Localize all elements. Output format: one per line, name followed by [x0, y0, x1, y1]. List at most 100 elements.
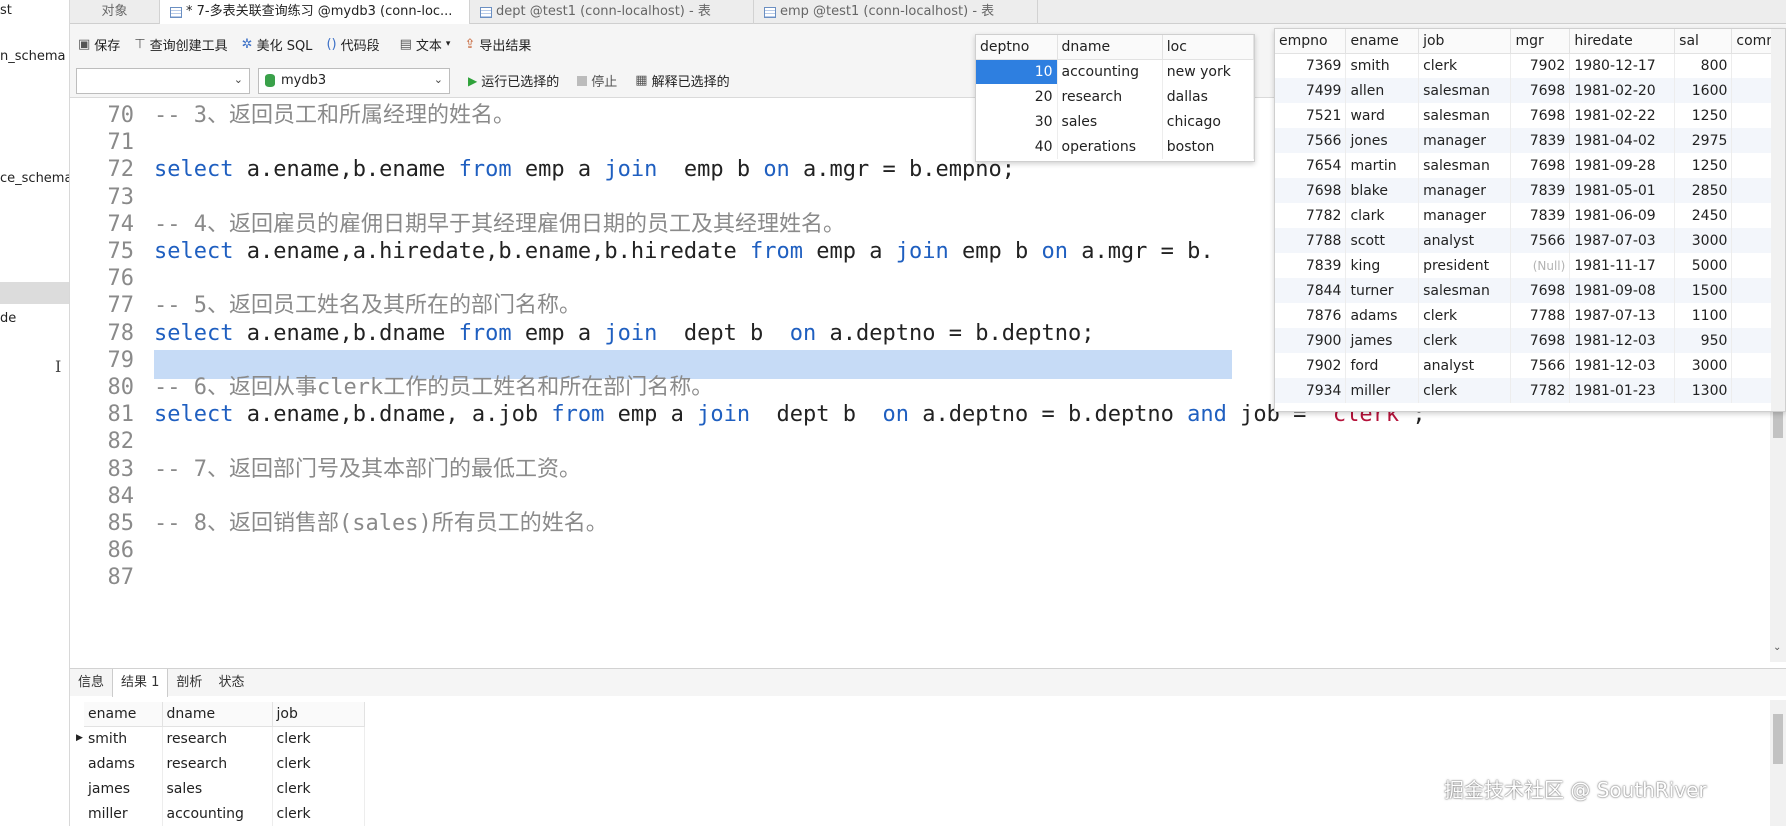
- table-cell[interactable]: 1981-05-01: [1569, 178, 1676, 203]
- table-cell[interactable]: 1600: [1674, 78, 1733, 103]
- tab-info[interactable]: 信息: [70, 669, 112, 697]
- table-cell[interactable]: 1981-02-22: [1569, 103, 1676, 128]
- table-cell[interactable]: 1250: [1674, 103, 1733, 128]
- column-header[interactable]: empno: [1275, 29, 1347, 54]
- table-cell[interactable]: 1987-07-03: [1569, 228, 1676, 253]
- table-row[interactable]: 10 accounting new york: [976, 59, 1255, 84]
- table-cell[interactable]: salesman: [1418, 278, 1512, 303]
- table-cell[interactable]: 7698: [1510, 328, 1571, 353]
- table-cell[interactable]: 7566: [1275, 128, 1347, 153]
- column-header[interactable]: loc: [1162, 35, 1255, 60]
- table-row[interactable]: 7900 james clerk 7698 1981-12-03 950: [1275, 328, 1785, 353]
- table-cell[interactable]: scott: [1345, 228, 1420, 253]
- scroll-down-icon[interactable]: ⌄: [1773, 642, 1781, 653]
- table-cell[interactable]: accounting: [162, 801, 273, 826]
- table-cell[interactable]: 1981-02-20: [1569, 78, 1676, 103]
- column-header[interactable]: sal: [1674, 29, 1733, 54]
- table-cell[interactable]: miller: [1345, 378, 1420, 403]
- table-cell[interactable]: clerk: [1418, 303, 1512, 328]
- table-cell[interactable]: adams: [1345, 303, 1420, 328]
- table-cell[interactable]: 7698: [1510, 78, 1571, 103]
- table-cell[interactable]: 1100: [1674, 303, 1733, 328]
- table-cell[interactable]: 7499: [1275, 78, 1347, 103]
- tab-emp-table[interactable]: emp @test1 (conn-localhost) - 表: [754, 0, 1038, 24]
- code-snippet-button[interactable]: () 代码段: [326, 35, 379, 54]
- table-cell[interactable]: 7839: [1275, 253, 1347, 278]
- tab-status[interactable]: 状态: [210, 669, 252, 697]
- table-cell[interactable]: 7521: [1275, 103, 1347, 128]
- table-cell[interactable]: 7839: [1510, 128, 1571, 153]
- tree-item[interactable]: de: [0, 308, 69, 330]
- table-cell[interactable]: salesman: [1418, 78, 1512, 103]
- table-cell[interactable]: 1981-12-03: [1569, 353, 1676, 378]
- table-cell[interactable]: 1981-09-28: [1569, 153, 1676, 178]
- emp-scrollbar[interactable]: [1771, 29, 1785, 411]
- tree-selected-row[interactable]: [0, 282, 69, 304]
- column-header[interactable]: job: [272, 702, 365, 727]
- table-cell[interactable]: salesman: [1418, 153, 1512, 178]
- table-cell[interactable]: boston: [1162, 134, 1255, 159]
- tab-dept-table[interactable]: dept @test1 (conn-localhost) - 表: [470, 0, 754, 24]
- table-cell[interactable]: turner: [1345, 278, 1420, 303]
- table-cell[interactable]: 1987-07-13: [1569, 303, 1676, 328]
- table-row[interactable]: 30 sales chicago: [976, 109, 1255, 134]
- table-cell[interactable]: 7782: [1275, 203, 1347, 228]
- column-header[interactable]: mgr: [1510, 29, 1571, 54]
- table-cell[interactable]: 1980-12-17: [1569, 53, 1676, 78]
- table-cell[interactable]: 10: [976, 59, 1058, 84]
- table-cell[interactable]: 7698: [1510, 278, 1571, 303]
- table-cell[interactable]: 1981-06-09: [1569, 203, 1676, 228]
- table-cell[interactable]: 7782: [1510, 378, 1571, 403]
- column-header[interactable]: ename: [1345, 29, 1420, 54]
- table-cell[interactable]: 30: [976, 109, 1058, 134]
- table-cell[interactable]: 7844: [1275, 278, 1347, 303]
- table-cell[interactable]: 1981-11-17: [1569, 253, 1676, 278]
- table-cell[interactable]: clerk: [272, 801, 365, 826]
- table-cell[interactable]: manager: [1418, 178, 1512, 203]
- table-cell[interactable]: james: [1345, 328, 1420, 353]
- table-row[interactable]: 40 operations boston: [976, 134, 1255, 159]
- tab-profile[interactable]: 剖析: [168, 669, 210, 697]
- table-cell[interactable]: 7654: [1275, 153, 1347, 178]
- table-cell[interactable]: 2450: [1674, 203, 1733, 228]
- table-row[interactable]: 7654 martin salesman 7698 1981-09-28 1250: [1275, 153, 1785, 178]
- stop-button[interactable]: 停止: [577, 71, 617, 90]
- table-row[interactable]: 7521 ward salesman 7698 1981-02-22 1250: [1275, 103, 1785, 128]
- tree-item[interactable]: st: [0, 0, 69, 22]
- table-cell[interactable]: president: [1418, 253, 1512, 278]
- table-row[interactable]: 7499 allen salesman 7698 1981-02-20 1600: [1275, 78, 1785, 103]
- table-cell[interactable]: allen: [1345, 78, 1420, 103]
- tab-objects[interactable]: 对象: [70, 0, 160, 24]
- table-cell[interactable]: adams: [84, 751, 163, 776]
- save-button[interactable]: ▣ 保存: [78, 35, 120, 54]
- table-cell[interactable]: 1981-09-08: [1569, 278, 1676, 303]
- column-header[interactable]: deptno: [976, 35, 1058, 60]
- table-cell[interactable]: clark: [1345, 203, 1420, 228]
- table-cell[interactable]: new york: [1162, 59, 1255, 84]
- table-cell[interactable]: 1250: [1674, 153, 1733, 178]
- table-cell[interactable]: clerk: [1418, 378, 1512, 403]
- result-scroll-thumb[interactable]: [1773, 714, 1783, 764]
- column-header[interactable]: job: [1418, 29, 1512, 54]
- table-cell[interactable]: smith: [84, 726, 163, 751]
- table-cell[interactable]: 2850: [1674, 178, 1733, 203]
- table-cell[interactable]: 7788: [1510, 303, 1571, 328]
- table-cell[interactable]: salesman: [1418, 103, 1512, 128]
- tree-item[interactable]: n_schema: [0, 46, 69, 68]
- table-cell[interactable]: 1300: [1674, 378, 1733, 403]
- table-cell[interactable]: clerk: [1418, 328, 1512, 353]
- result-scrollbar[interactable]: [1770, 700, 1786, 826]
- database-select[interactable]: mydb3 ⌄: [258, 67, 450, 94]
- table-cell[interactable]: clerk: [272, 751, 365, 776]
- table-cell[interactable]: 7839: [1510, 203, 1571, 228]
- table-cell[interactable]: 1500: [1674, 278, 1733, 303]
- table-cell[interactable]: ford: [1345, 353, 1420, 378]
- table-cell[interactable]: ward: [1345, 103, 1420, 128]
- table-cell[interactable]: manager: [1418, 203, 1512, 228]
- table-cell[interactable]: research: [162, 726, 273, 751]
- table-cell[interactable]: dallas: [1162, 84, 1255, 109]
- table-cell[interactable]: 40: [976, 134, 1058, 159]
- table-cell[interactable]: 2975: [1674, 128, 1733, 153]
- column-header[interactable]: hiredate: [1569, 29, 1676, 54]
- table-cell[interactable]: king: [1345, 253, 1420, 278]
